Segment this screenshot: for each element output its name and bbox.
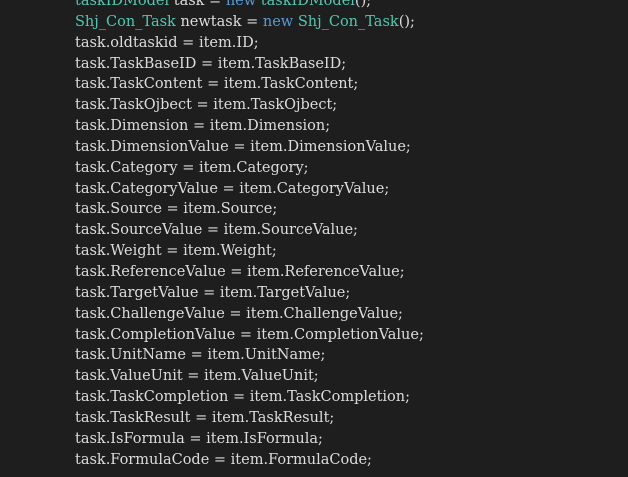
code-text: task.TaskOjbect = item.TaskOjbect; [75,97,338,114]
code-text: task.TaskContent = item.TaskContent; [75,76,359,93]
code-line[interactable]: task.ReferenceValue = item.ReferenceValu… [75,262,424,283]
code-line[interactable]: task.Dimension = item.Dimension; [75,116,424,137]
code-line[interactable]: taskIDModel task = new taskIDModel(); [75,0,424,12]
code-line[interactable]: task.oldtaskid = item.ID; [75,33,424,54]
code-text: task.ChallengeValue = item.ChallengeValu… [75,305,403,322]
code-text: task.ReferenceValue = item.ReferenceValu… [75,263,405,280]
code-keyword: new [225,0,257,9]
code-text: task.CompletionValue = item.CompletionVa… [75,326,424,343]
code-text: task.oldtaskid = item.ID; [75,34,259,51]
code-lines: taskIDModel task = new taskIDModel(); Shj… [75,0,424,470]
code-text: (); [398,13,415,30]
code-line[interactable]: task.FormulaCode = item.FormulaCode; [75,450,424,471]
code-text: task.Source = item.Source; [75,201,278,218]
code-line[interactable]: task.DimensionValue = item.DimensionValu… [75,137,424,158]
code-line[interactable]: task.TaskOjbect = item.TaskOjbect; [75,95,424,116]
code-line[interactable]: task.CategoryValue = item.CategoryValue; [75,179,424,200]
code-text: task.UnitName = item.UnitName; [75,347,326,364]
code-line[interactable]: task.Source = item.Source; [75,199,424,220]
code-text: task.TaskResult = item.TaskResult; [75,409,335,426]
code-line[interactable]: task.TaskBaseID = item.TaskBaseID; [75,54,424,75]
code-keyword: new [262,13,294,30]
code-type-name: Shj_Con_Task [297,13,399,30]
code-text: task.TargetValue = item.TargetValue; [75,284,351,301]
code-line[interactable]: task.UnitName = item.UnitName; [75,345,424,366]
code-text: task.SourceValue = item.SourceValue; [75,222,358,239]
code-type-name: Shj_Con_Task [75,13,176,30]
code-text: task = [169,0,226,9]
code-line[interactable]: task.CompletionValue = item.CompletionVa… [75,325,424,346]
code-text: task.ValueUnit = item.ValueUnit; [75,368,319,385]
code-line[interactable]: task.TaskContent = item.TaskContent; [75,74,424,95]
code-line[interactable]: task.TargetValue = item.TargetValue; [75,283,424,304]
code-text: task.IsFormula = item.IsFormula; [75,430,323,447]
code-line[interactable]: task.TaskCompletion = item.TaskCompletio… [75,387,424,408]
code-text: task.CategoryValue = item.CategoryValue; [75,180,390,197]
code-text: task.TaskCompletion = item.TaskCompletio… [75,389,411,406]
code-line[interactable]: task.TaskResult = item.TaskResult; [75,408,424,429]
code-line[interactable]: Shj_Con_Task newtask = new Shj_Con_Task(… [75,12,424,33]
code-type-name: taskIDModel [75,0,170,9]
code-line[interactable]: task.ValueUnit = item.ValueUnit; [75,366,424,387]
code-text: task.TaskBaseID = item.TaskBaseID; [75,55,347,72]
code-text: newtask = [175,13,263,30]
code-text: (); [354,0,372,9]
code-text: task.Weight = item.Weight; [75,243,277,260]
code-line[interactable]: task.Category = item.Category; [75,158,424,179]
code-line[interactable]: task.ChallengeValue = item.ChallengeValu… [75,304,424,325]
code-type-name: taskIDModel [260,0,355,9]
code-text: task.DimensionValue = item.DimensionValu… [75,138,411,155]
code-line[interactable]: task.IsFormula = item.IsFormula; [75,429,424,450]
code-text: task.Category = item.Category; [75,159,309,176]
code-text: task.Dimension = item.Dimension; [75,118,331,135]
code-line[interactable]: task.Weight = item.Weight; [75,241,424,262]
code-line[interactable]: task.SourceValue = item.SourceValue; [75,220,424,241]
code-text: task.FormulaCode = item.FormulaCode; [75,451,372,468]
code-editor[interactable]: taskIDModel task = new taskIDModel(); Shj… [0,0,628,477]
